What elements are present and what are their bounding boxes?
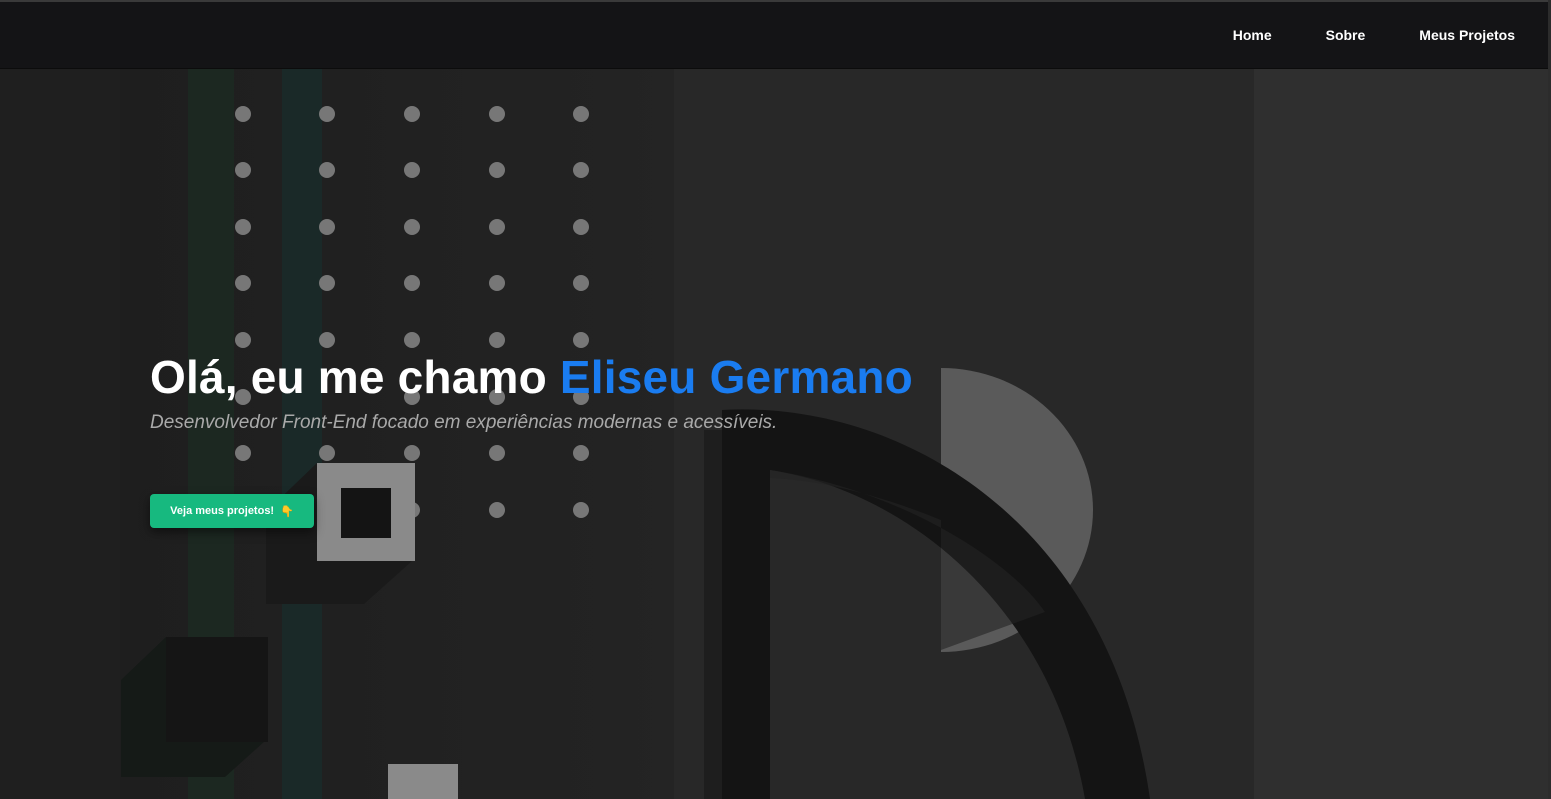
arc-shadow-strip [704,430,722,799]
hero-subtitle: Desenvolvedor Front-End focado em experi… [150,412,778,433]
hero-section: Olá, eu me chamo Eliseu Germano Desenvol… [150,350,913,434]
see-projects-button[interactable]: Veja meus projetos! 👇 [150,494,314,528]
nav-links: Home Sobre Meus Projetos [1179,2,1515,68]
top-navbar: Home Sobre Meus Projetos [0,2,1548,69]
nav-link-sobre[interactable]: Sobre [1326,27,1366,43]
nav-link-meus-projetos[interactable]: Meus Projetos [1419,27,1515,43]
hero-title-name: Eliseu Germano [559,351,913,403]
hero-title-prefix: Olá, eu me chamo [150,351,560,403]
square-frame-inner [341,488,391,538]
page: Home Sobre Meus Projetos Olá, eu me cham… [0,0,1551,799]
panel-right [1254,68,1551,799]
pointing-down-hand-icon: 👇 [280,505,294,518]
nav-link-home[interactable]: Home [1233,27,1272,43]
see-projects-button-label: Veja meus projetos! [170,505,275,517]
dark-cube [166,637,268,742]
bottom-square [388,764,458,799]
dark-stripe-left [0,68,120,799]
hero-title: Olá, eu me chamo Eliseu Germano [150,350,913,404]
